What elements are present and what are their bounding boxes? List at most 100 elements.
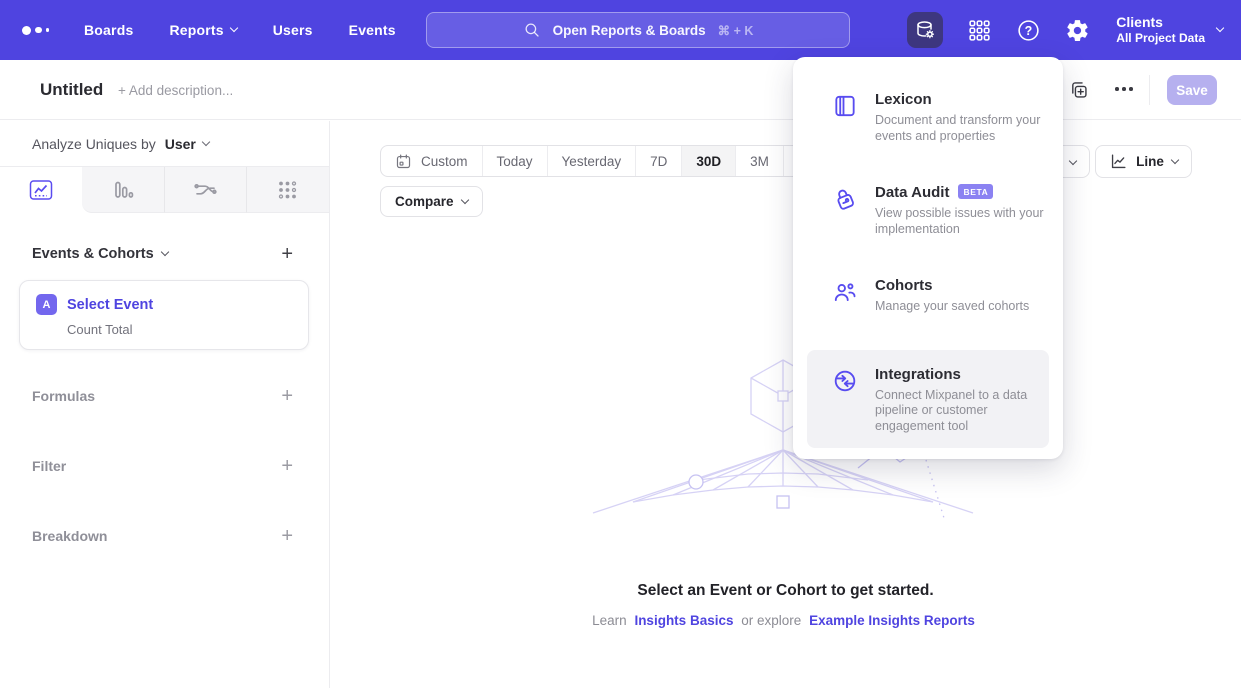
date-range-control: Custom Today Yesterday 7D 30D 3M 6M	[380, 145, 832, 177]
chevron-down-icon	[160, 248, 168, 256]
menu-item-integrations[interactable]: Integrations Connect Mixpanel to a data …	[807, 350, 1049, 449]
line-chart-tab-icon	[28, 178, 54, 202]
flow-tab-icon	[193, 178, 218, 202]
nav-item-events[interactable]: Events	[349, 22, 396, 38]
beta-badge: BETA	[958, 184, 993, 199]
help-button[interactable]: ?	[1016, 18, 1041, 43]
top-navigation: Boards Reports Users Events Open Reports…	[0, 0, 1241, 60]
search-placeholder: Open Reports & Boards	[553, 23, 706, 38]
project-name: Clients	[1116, 14, 1205, 31]
compare-button[interactable]: Compare	[380, 186, 483, 217]
menu-item-lexicon[interactable]: Lexicon Document and transform your even…	[793, 91, 1063, 144]
project-scope: All Project Data	[1116, 31, 1205, 46]
breakdown-label: Breakdown	[32, 528, 107, 544]
menu-item-title: Integrations	[875, 366, 1047, 383]
apps-grid-button[interactable]	[967, 18, 992, 43]
empty-state-title: Select an Event or Cohort to get started…	[330, 582, 1241, 600]
settings-button[interactable]	[1065, 18, 1090, 43]
sidebar-sections: Formulas + Filter + Breakdown +	[0, 386, 329, 546]
event-metric-label[interactable]: Count Total	[67, 322, 292, 337]
menu-item-desc: Manage your saved cohorts	[875, 299, 1047, 315]
help-icon: ?	[1016, 18, 1041, 43]
range-yesterday[interactable]: Yesterday	[547, 146, 636, 176]
tab-insights-line[interactable]	[0, 167, 82, 213]
svg-text:?: ?	[1025, 23, 1033, 37]
menu-item-title: Cohorts	[875, 277, 1047, 294]
add-breakdown-button[interactable]: +	[281, 526, 293, 546]
menu-item-data-audit[interactable]: Data Audit BETA View possible issues wit…	[793, 184, 1063, 237]
range-today[interactable]: Today	[482, 146, 547, 176]
metrics-tab-icon	[276, 178, 300, 202]
chevron-down-icon	[1069, 157, 1077, 165]
project-selector[interactable]: Clients All Project Data	[1116, 14, 1223, 46]
events-cohorts-header: Events & Cohorts +	[0, 244, 329, 264]
select-event-label[interactable]: Select Event	[67, 297, 153, 313]
menu-item-desc: Connect Mixpanel to a data pipeline or c…	[875, 388, 1047, 435]
report-title[interactable]: Untitled	[40, 80, 103, 100]
add-event-button[interactable]: +	[281, 244, 293, 264]
range-3m[interactable]: 3M	[735, 146, 783, 176]
menu-item-desc: Document and transform your events and p…	[875, 113, 1047, 144]
query-builder-sidebar: Analyze Uniques by User	[0, 121, 330, 688]
search-shortcut: ⌘ + K	[718, 23, 754, 38]
event-card[interactable]: A Select Event Count Total	[19, 280, 309, 350]
header-divider	[1149, 75, 1150, 105]
insights-basics-link[interactable]: Insights Basics	[634, 613, 733, 628]
menu-item-title: Lexicon	[875, 91, 1047, 108]
analyze-entity-selector[interactable]: User	[165, 136, 209, 152]
menu-item-desc: View possible issues with your implement…	[875, 206, 1047, 237]
data-audit-icon	[832, 186, 858, 212]
grid-icon	[967, 18, 992, 43]
example-reports-link[interactable]: Example Insights Reports	[809, 613, 975, 628]
chevron-down-icon	[1216, 24, 1224, 32]
analyze-label: Analyze Uniques by	[32, 136, 156, 152]
menu-item-cohorts[interactable]: Cohorts Manage your saved cohorts	[793, 277, 1063, 315]
event-series-badge: A	[36, 294, 57, 315]
analyze-row: Analyze Uniques by User	[0, 121, 329, 166]
chart-type-button[interactable]: Line	[1095, 145, 1192, 178]
more-options-button[interactable]	[1115, 87, 1133, 91]
report-description-placeholder[interactable]: + Add description...	[118, 83, 233, 98]
chevron-down-icon	[1171, 155, 1179, 163]
data-management-dropdown: Lexicon Document and transform your even…	[793, 57, 1063, 459]
tab-flow[interactable]	[164, 167, 247, 213]
tab-metrics[interactable]	[246, 167, 329, 213]
formulas-label: Formulas	[32, 388, 95, 404]
range-30d[interactable]: 30D	[681, 146, 735, 176]
gear-icon	[1065, 18, 1090, 43]
breakdown-section: Breakdown +	[0, 526, 329, 546]
menu-item-title: Data Audit	[875, 184, 949, 201]
nav-item-reports[interactable]: Reports	[169, 22, 236, 38]
add-formula-button[interactable]: +	[281, 386, 293, 406]
cohorts-people-icon	[832, 279, 858, 305]
lexicon-book-icon	[832, 93, 858, 119]
range-7d[interactable]: 7D	[635, 146, 681, 176]
visualization-tabs	[0, 166, 329, 213]
global-search-input[interactable]: Open Reports & Boards ⌘ + K	[426, 12, 850, 48]
database-gear-icon	[913, 18, 937, 42]
chevron-down-icon	[460, 195, 468, 203]
nav-utilities: ? Clients All Project Data	[907, 0, 1223, 60]
empty-state-subtitle: Learn Insights Basics or explore Example…	[330, 613, 1241, 628]
duplicate-button[interactable]	[1068, 79, 1089, 105]
duplicate-icon	[1068, 79, 1089, 100]
bar-chart-tab-icon	[111, 178, 135, 202]
chevron-down-icon	[202, 137, 210, 145]
range-custom[interactable]: Custom	[381, 146, 482, 176]
add-filter-button[interactable]: +	[281, 456, 293, 476]
tab-bar-chart[interactable]	[82, 167, 164, 213]
search-icon	[523, 21, 541, 39]
filter-section: Filter +	[0, 456, 329, 476]
nav-item-users[interactable]: Users	[273, 22, 313, 38]
primary-nav: Boards Reports Users Events	[84, 22, 396, 38]
integrations-icon	[832, 368, 858, 394]
data-management-button[interactable]	[907, 12, 943, 48]
events-cohorts-toggle[interactable]: Events & Cohorts	[32, 246, 168, 262]
formulas-section: Formulas +	[0, 386, 329, 406]
line-chart-icon	[1109, 152, 1128, 171]
mixpanel-logo-icon[interactable]	[22, 26, 62, 35]
calendar-icon	[395, 153, 412, 170]
nav-item-boards[interactable]: Boards	[84, 22, 133, 38]
filter-label: Filter	[32, 458, 66, 474]
save-button[interactable]: Save	[1167, 75, 1217, 105]
